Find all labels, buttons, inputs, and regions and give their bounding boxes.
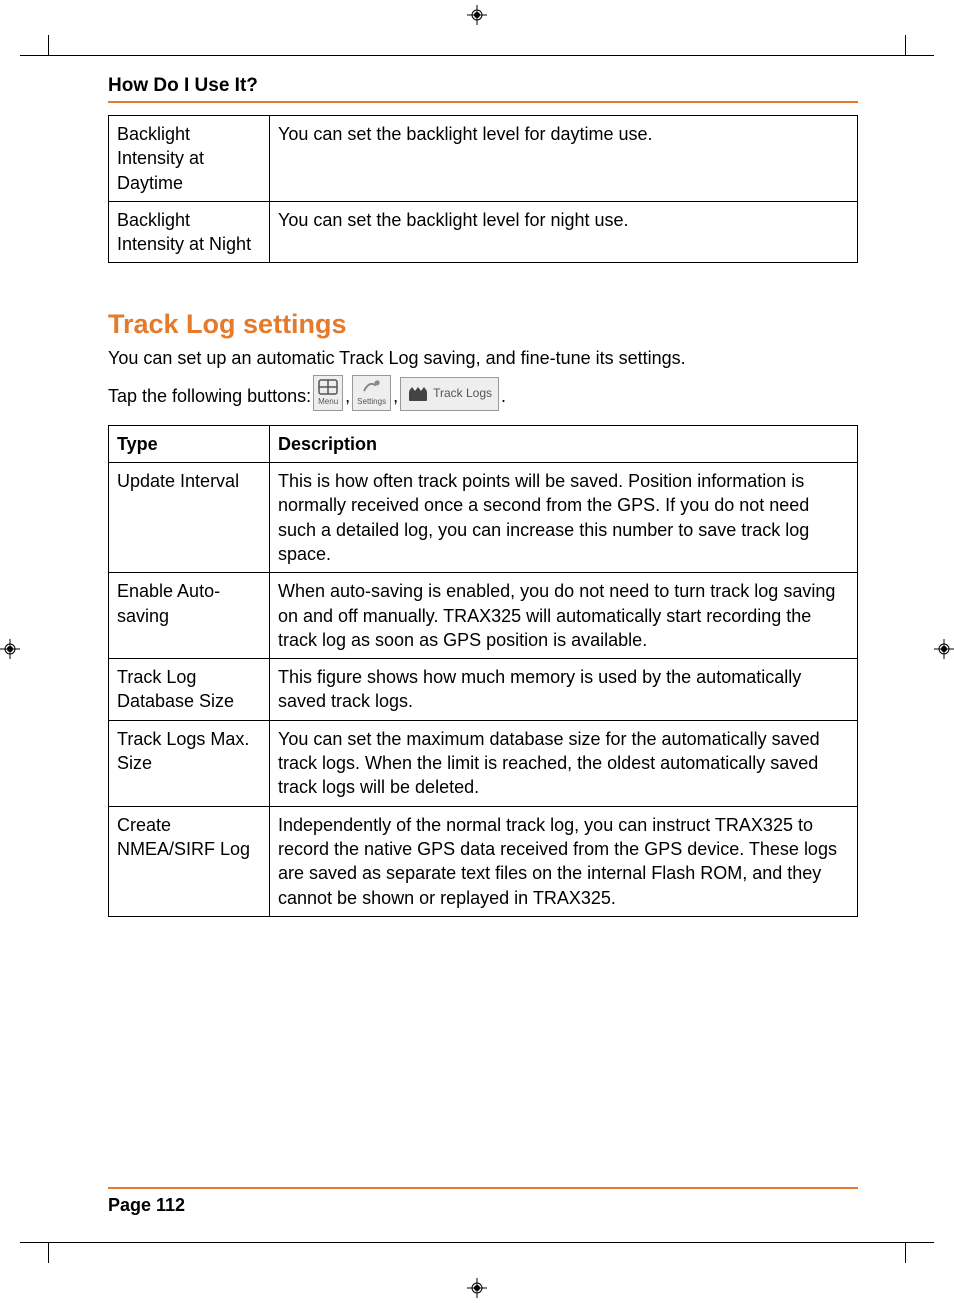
table-row: Backlight Intensity at Night You can set… [109,201,858,263]
settings-button-icon: Settings [352,375,391,411]
crop-marks-bottom [0,1243,954,1263]
track-logs-button-icon: Track Logs [400,377,499,411]
table-row: Track Log Database Size This figure show… [109,659,858,721]
menu-button-label: Menu [318,396,338,409]
col-header-type: Type [109,425,270,462]
registration-mark-icon [467,1278,487,1298]
separator: , [393,382,398,411]
setting-desc: You can set the backlight level for nigh… [270,201,858,263]
settings-button-label: Settings [357,396,386,409]
registration-mark-icon [467,5,487,25]
table-row: Enable Auto-saving When auto-saving is e… [109,573,858,659]
setting-desc: This is how often track points will be s… [270,463,858,573]
setting-desc: You can set the backlight level for dayt… [270,116,858,202]
setting-type: Update Interval [109,463,270,573]
registration-mark-icon [934,639,954,659]
separator: , [345,382,350,411]
track-log-table: Type Description Update Interval This is… [108,425,858,917]
setting-type: Track Log Database Size [109,659,270,721]
registration-mark-icon [0,639,20,659]
page-number: Page 112 [108,1195,858,1216]
header-rule [108,101,858,103]
setting-desc: When auto-saving is enabled, you do not … [270,573,858,659]
table-row: Backlight Intensity at Daytime You can s… [109,116,858,202]
section-title: Track Log settings [108,309,858,340]
setting-desc: This figure shows how much memory is use… [270,659,858,721]
table-row: Create NMEA/SIRF Log Independently of th… [109,806,858,916]
menu-button-icon: Menu [313,375,343,411]
setting-type: Create NMEA/SIRF Log [109,806,270,916]
table-row: Update Interval This is how often track … [109,463,858,573]
table-row: Track Logs Max. Size You can set the max… [109,720,858,806]
crop-rule-top [20,55,934,56]
table-header-row: Type Description [109,425,858,462]
col-header-desc: Description [270,425,858,462]
setting-label: Backlight Intensity at Night [109,201,270,263]
tap-buttons-line: Tap the following buttons: Menu , Settin… [108,375,858,411]
page-header: How Do I Use It? [108,75,858,97]
setting-type: Enable Auto-saving [109,573,270,659]
setting-type: Track Logs Max. Size [109,720,270,806]
backlight-table: Backlight Intensity at Daytime You can s… [108,115,858,263]
crop-rule-bottom [20,1242,934,1243]
footer-rule [108,1187,858,1189]
crop-marks-top [0,35,954,55]
setting-desc: You can set the maximum database size fo… [270,720,858,806]
tap-prefix: Tap the following buttons: [108,382,311,411]
track-logs-button-label: Track Logs [433,384,492,403]
section-intro: You can set up an automatic Track Log sa… [108,346,858,370]
line-end: . [501,382,506,411]
setting-label: Backlight Intensity at Daytime [109,116,270,202]
setting-desc: Independently of the normal track log, y… [270,806,858,916]
page-footer: Page 112 [108,1187,858,1216]
